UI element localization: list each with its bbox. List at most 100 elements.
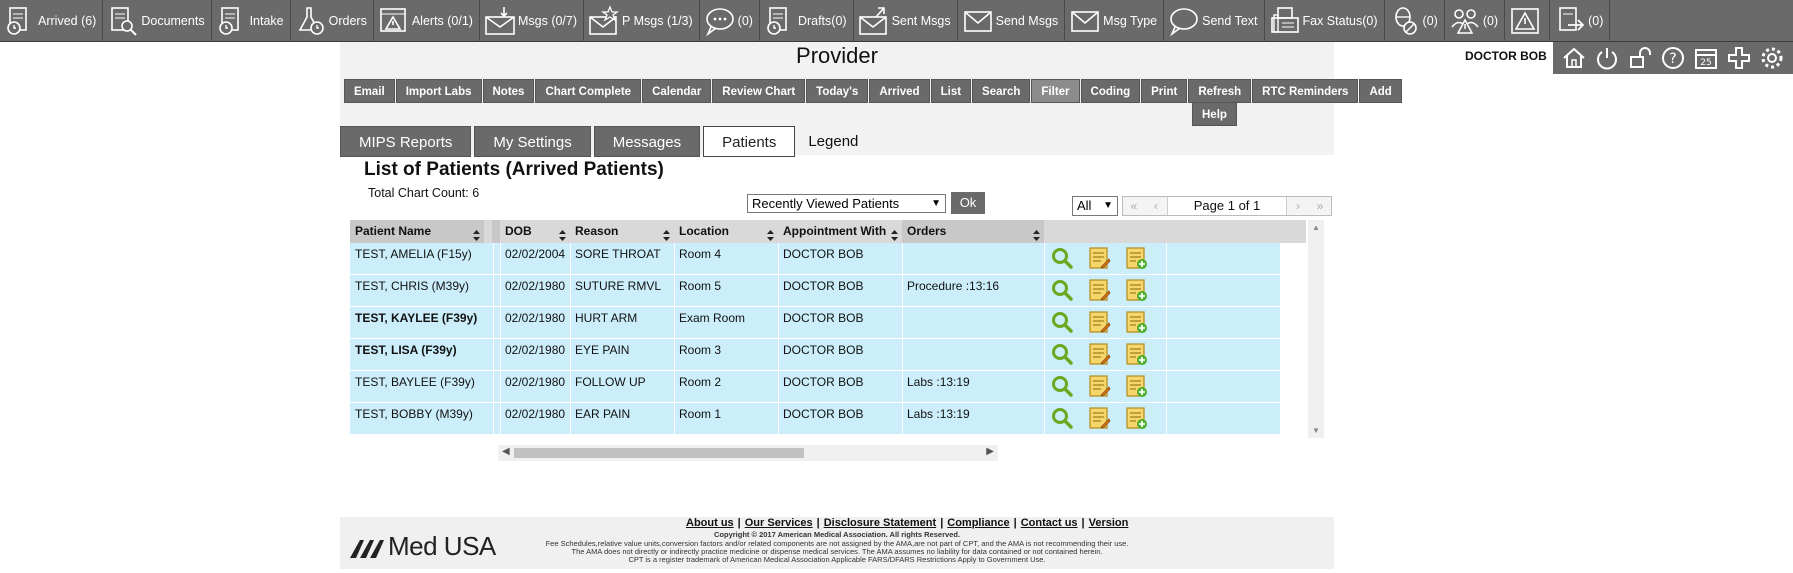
toolbar-item-chat[interactable]: (0) xyxy=(700,0,760,42)
column-header-patient-name[interactable]: Patient Name xyxy=(350,220,484,243)
toolbar-item-orders[interactable]: Orders xyxy=(291,0,374,42)
tab-patients[interactable]: Patients xyxy=(703,126,796,157)
cell-name[interactable]: TEST, BAYLEE (F39y) xyxy=(350,371,484,403)
scroll-left-icon[interactable]: ◀ xyxy=(502,446,510,457)
sort-icon[interactable] xyxy=(767,226,774,241)
first-page-icon[interactable]: « xyxy=(1123,197,1145,215)
nav-button-rtc-reminders[interactable]: RTC Reminders xyxy=(1252,79,1359,103)
toolbar-item-alerts[interactable]: Alerts (0/1) xyxy=(374,0,480,42)
toolbar-item-documents[interactable]: Documents xyxy=(103,0,212,42)
nav-button-refresh[interactable]: Refresh xyxy=(1188,79,1252,103)
nav-button-review-chart[interactable]: Review Chart xyxy=(712,79,806,103)
scroll-up-icon[interactable]: ▲ xyxy=(1312,223,1320,232)
patient-filter-select[interactable]: Recently Viewed Patients ▼ xyxy=(747,194,946,213)
toolbar-item-arrived[interactable]: Arrived (6) xyxy=(0,0,104,42)
table-row[interactable]: TEST, AMELIA (F15y) 02/02/2004 SORE THROAT… xyxy=(350,243,1280,275)
sort-icon[interactable] xyxy=(663,226,670,241)
toolbar-item-msgs[interactable]: Msgs (0/7) xyxy=(480,0,585,42)
column-header-location[interactable]: Location xyxy=(674,220,778,243)
tab-messages[interactable]: Messages xyxy=(593,126,701,157)
edit-note-icon[interactable] xyxy=(1087,342,1111,366)
tab-legend[interactable]: Legend xyxy=(798,126,868,157)
scrollbar-thumb[interactable] xyxy=(514,448,804,458)
nav-button-filter[interactable]: Filter xyxy=(1031,79,1080,103)
toolbar-item-sent-msgs[interactable]: Sent Msgs xyxy=(854,0,958,42)
footer-link-disclosure-statement[interactable]: Disclosure Statement xyxy=(824,517,936,529)
cell-name[interactable]: TEST, BOBBY (M39y) xyxy=(350,403,484,435)
toolbar-item-fax[interactable]: Fax Status(0) xyxy=(1265,0,1385,42)
view-chart-icon[interactable] xyxy=(1050,374,1074,398)
scroll-right-icon[interactable]: ▶ xyxy=(986,446,994,457)
add-note-icon[interactable] xyxy=(1124,310,1148,334)
edit-note-icon[interactable] xyxy=(1087,278,1111,302)
unlock-icon[interactable] xyxy=(1626,44,1654,72)
nav-button-notes[interactable]: Notes xyxy=(482,79,535,103)
footer-link-our-services[interactable]: Our Services xyxy=(745,517,813,529)
nav-button-today-s[interactable]: Today's xyxy=(806,79,869,103)
table-row[interactable]: TEST, BAYLEE (F39y) 02/02/1980 FOLLOW UP Ro… xyxy=(350,371,1280,403)
toolbar-item-warning[interactable] xyxy=(1505,0,1551,42)
toolbar-item-intake[interactable]: Intake xyxy=(212,0,291,42)
nav-button-email[interactable]: Email xyxy=(344,79,395,103)
last-page-icon[interactable]: » xyxy=(1309,197,1331,215)
edit-note-icon[interactable] xyxy=(1087,406,1111,430)
table-row[interactable]: TEST, CHRIS (M39y) 02/02/1980 SUTURE RMVL R… xyxy=(350,275,1280,307)
nav-button-print[interactable]: Print xyxy=(1141,79,1188,103)
calendar-icon[interactable]: 25 xyxy=(1692,44,1720,72)
view-chart-icon[interactable] xyxy=(1050,310,1074,334)
page-size-select[interactable]: All ▼ xyxy=(1072,196,1118,216)
nav-button-search[interactable]: Search xyxy=(972,79,1031,103)
tab-my-settings[interactable]: My Settings xyxy=(474,126,591,157)
ok-button[interactable]: Ok xyxy=(951,192,985,214)
cell-name[interactable]: TEST, KAYLEE (F39y) xyxy=(350,307,484,339)
toolbar-item-send-text[interactable]: Send Text xyxy=(1164,0,1265,42)
edit-note-icon[interactable] xyxy=(1087,374,1111,398)
nav-button-calendar[interactable]: Calendar xyxy=(642,79,712,103)
tab-mips-reports[interactable]: MIPS Reports xyxy=(340,126,472,157)
view-chart-icon[interactable] xyxy=(1050,278,1074,302)
sort-icon[interactable] xyxy=(1033,226,1040,241)
toolbar-item-pill[interactable]: (0) xyxy=(1385,0,1445,42)
nav-button-help[interactable]: Help xyxy=(1192,102,1237,126)
cell-name[interactable]: TEST, CHRIS (M39y) xyxy=(350,275,484,307)
nav-button-chart-complete[interactable]: Chart Complete xyxy=(535,79,642,103)
toolbar-item-people-alert[interactable]: (0) xyxy=(1445,0,1506,42)
add-note-icon[interactable] xyxy=(1124,246,1148,270)
add-note-icon[interactable] xyxy=(1124,278,1148,302)
add-note-icon[interactable] xyxy=(1124,406,1148,430)
next-page-icon[interactable]: › xyxy=(1287,197,1309,215)
add-note-icon[interactable] xyxy=(1124,342,1148,366)
nav-button-coding[interactable]: Coding xyxy=(1080,79,1141,103)
sort-icon[interactable] xyxy=(891,226,898,241)
footer-link-about-us[interactable]: About us xyxy=(686,517,734,529)
edit-note-icon[interactable] xyxy=(1087,310,1111,334)
home-icon[interactable] xyxy=(1560,44,1588,72)
prev-page-icon[interactable]: ‹ xyxy=(1145,197,1167,215)
toolbar-item-msg-type[interactable]: Msg Type xyxy=(1065,0,1165,42)
power-icon[interactable] xyxy=(1593,44,1621,72)
table-row[interactable]: TEST, LISA (F39y) 02/02/1980 EYE PAIN Room … xyxy=(350,339,1280,371)
add-note-icon[interactable] xyxy=(1124,374,1148,398)
nav-button-arrived[interactable]: Arrived xyxy=(869,79,930,103)
column-header-reason[interactable]: Reason xyxy=(570,220,674,243)
column-header-dob[interactable]: DOB xyxy=(500,220,570,243)
table-row[interactable]: TEST, KAYLEE (F39y) 02/02/1980 HURT ARM Exa… xyxy=(350,307,1280,339)
view-chart-icon[interactable] xyxy=(1050,246,1074,270)
footer-link-contact-us[interactable]: Contact us xyxy=(1021,517,1078,529)
toolbar-item-export[interactable]: (0) xyxy=(1550,0,1611,42)
cell-name[interactable]: TEST, LISA (F39y) xyxy=(350,339,484,371)
nav-button-list[interactable]: List xyxy=(930,79,972,103)
sort-icon[interactable] xyxy=(473,226,480,241)
toolbar-item-priority-msgs[interactable]: P Msgs (1/3) xyxy=(584,0,700,42)
gear-icon[interactable] xyxy=(1758,44,1786,72)
view-chart-icon[interactable] xyxy=(1050,342,1074,366)
scroll-down-icon[interactable]: ▼ xyxy=(1312,426,1320,435)
edit-note-icon[interactable] xyxy=(1087,246,1111,270)
nav-button-add[interactable]: Add xyxy=(1359,79,1402,103)
view-chart-icon[interactable] xyxy=(1050,406,1074,430)
horizontal-scrollbar[interactable]: ◀ ▶ xyxy=(498,445,998,461)
footer-link-version[interactable]: Version xyxy=(1089,517,1129,529)
help-icon[interactable]: ? xyxy=(1659,44,1687,72)
add-icon[interactable] xyxy=(1725,44,1753,72)
cell-name[interactable]: TEST, AMELIA (F15y) xyxy=(350,243,484,275)
